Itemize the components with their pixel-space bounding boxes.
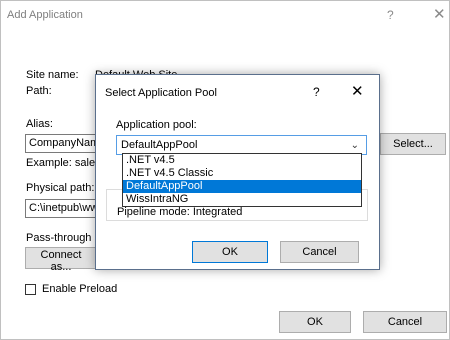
- enable-preload-checkbox[interactable]: [25, 284, 36, 295]
- app-pool-options-list: .NET v4.5 .NET v4.5 Classic DefaultAppPo…: [122, 153, 362, 207]
- pool-option-net45-classic[interactable]: .NET v4.5 Classic: [123, 167, 361, 180]
- close-icon[interactable]: ✕: [433, 5, 446, 23]
- dialog-close-icon[interactable]: ✕: [351, 82, 364, 100]
- alias-label: Alias:: [26, 118, 53, 130]
- alias-example: Example: sales: [26, 157, 101, 169]
- select-app-pool-button[interactable]: Select...: [380, 133, 446, 155]
- pool-option-net45[interactable]: .NET v4.5: [123, 154, 361, 167]
- connect-as-button[interactable]: Connect as...: [25, 247, 97, 273]
- dialog-ok-button[interactable]: OK: [192, 241, 268, 263]
- enable-preload-label: Enable Preload: [42, 283, 118, 295]
- dialog-title: Select Application Pool: [105, 87, 217, 99]
- pipeline-mode-text: Pipeline mode: Integrated: [117, 206, 243, 218]
- app-pool-selected-value: DefaultAppPool: [121, 139, 198, 151]
- cancel-button[interactable]: Cancel: [363, 311, 447, 333]
- pass-through-label: Pass-through a: [26, 232, 101, 244]
- alias-input[interactable]: CompanyNam: [25, 134, 97, 153]
- path-label: Path:: [26, 85, 52, 97]
- app-pool-label: Application pool:: [116, 119, 197, 131]
- physical-path-input[interactable]: C:\inetpub\ww: [25, 199, 97, 218]
- window-title: Add Application: [7, 9, 83, 21]
- site-name-label: Site name:: [26, 69, 79, 81]
- app-pool-dropdown[interactable]: DefaultAppPool ⌄: [116, 135, 367, 155]
- dialog-cancel-button[interactable]: Cancel: [280, 241, 359, 263]
- ok-button[interactable]: OK: [279, 311, 351, 333]
- dialog-help-icon[interactable]: ?: [313, 85, 320, 99]
- pool-option-wissintrang[interactable]: WissIntraNG: [123, 193, 361, 206]
- physical-path-label: Physical path:: [26, 182, 95, 194]
- pool-option-defaultapppool[interactable]: DefaultAppPool: [123, 180, 361, 193]
- help-icon[interactable]: ?: [387, 8, 394, 22]
